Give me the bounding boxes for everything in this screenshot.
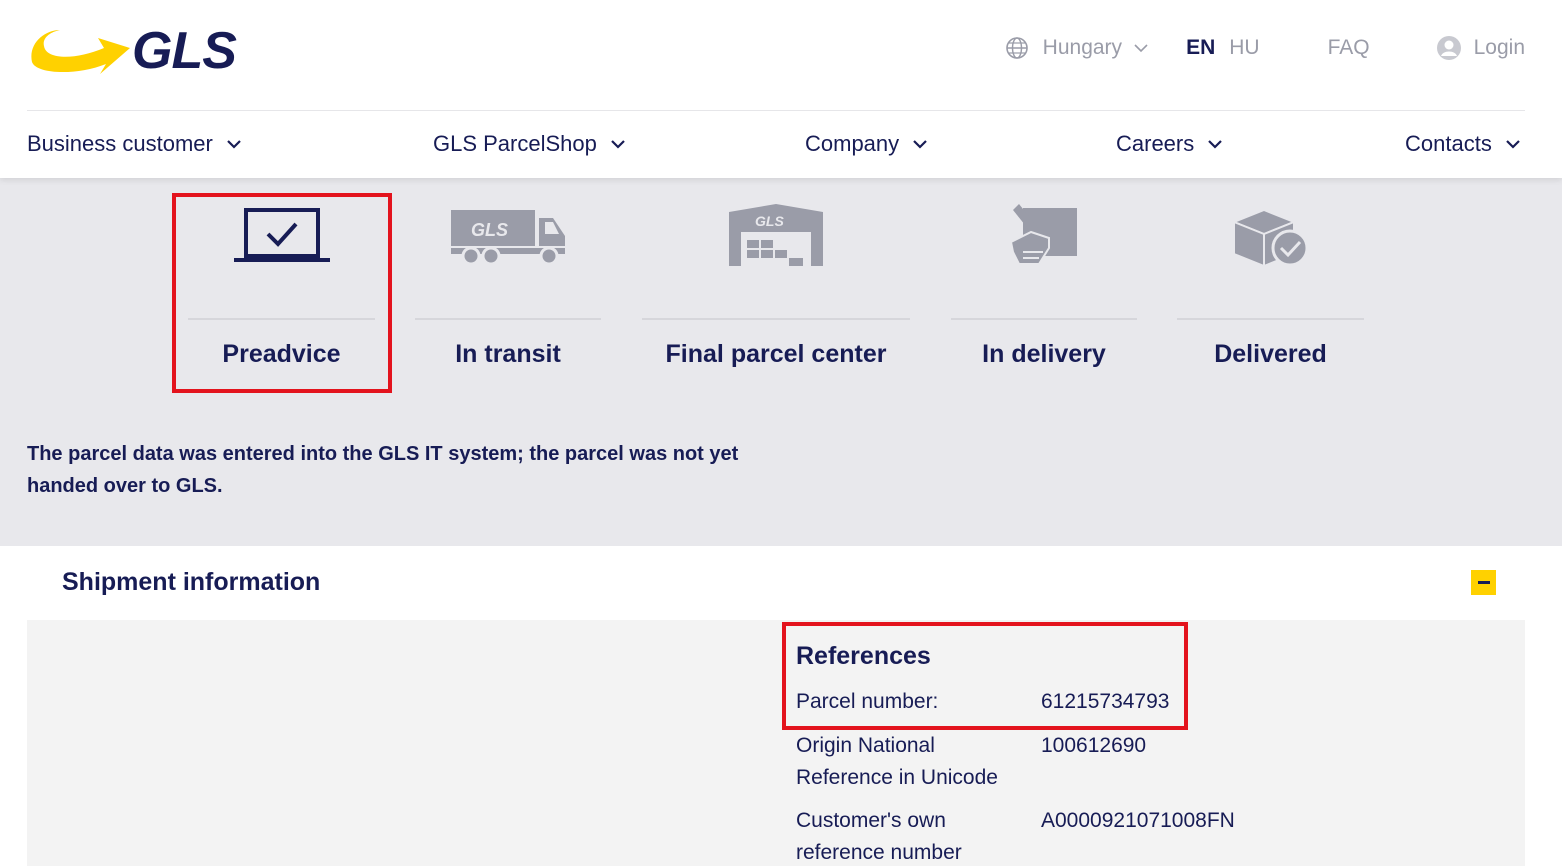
chevron-down-icon <box>1506 140 1520 149</box>
preadvice-highlight-box <box>172 193 392 393</box>
lang-hu-link[interactable]: HU <box>1229 36 1259 60</box>
step-divider <box>415 318 601 320</box>
nav-gls-parcelshop[interactable]: GLS ParcelShop <box>433 126 625 162</box>
svg-text:GLS: GLS <box>471 220 508 240</box>
nav-label: Contacts <box>1405 131 1492 156</box>
gls-swoosh-icon <box>31 30 131 74</box>
parcel-check-icon <box>1230 208 1308 268</box>
chevron-down-icon <box>611 140 625 149</box>
main-navigation: Business customer GLS ParcelShop Company… <box>27 126 1525 162</box>
nav-label: GLS ParcelShop <box>433 131 597 156</box>
ref-value: 100612690 <box>1041 734 1147 757</box>
nav-label: Company <box>805 131 900 156</box>
site-header: GLS Hungary EN HU FAQ Login Business cus… <box>0 0 1562 178</box>
ref-key: Customer's own reference number <box>796 809 962 864</box>
chevron-down-icon <box>1208 140 1223 149</box>
step-divider <box>642 318 910 320</box>
lang-en-link[interactable]: EN <box>1186 36 1215 60</box>
faq-link[interactable]: FAQ <box>1328 36 1370 60</box>
shipment-info-title: Shipment information <box>62 568 321 596</box>
nav-careers[interactable]: Careers <box>1116 126 1223 162</box>
hand-parcel-icon <box>1009 204 1077 265</box>
ref-value: A0000921071008FN <box>1041 809 1235 832</box>
user-icon <box>1436 36 1461 60</box>
globe-icon <box>1005 37 1028 59</box>
truck-icon: GLS <box>451 210 565 266</box>
nav-company[interactable]: Company <box>805 126 927 162</box>
tracking-status-panel: Preadvice GLS In transit GLS Final parce… <box>0 178 1562 546</box>
step-divider <box>951 318 1137 320</box>
header-divider <box>27 110 1525 111</box>
step-label: In delivery <box>982 340 1106 368</box>
step-divider <box>1177 318 1364 320</box>
shipment-info-body: References Parcel number: 61215734793 Or… <box>27 620 1525 866</box>
shipment-info-header[interactable]: Shipment information <box>0 546 1562 620</box>
references-highlight-box <box>782 622 1188 730</box>
warehouse-icon: GLS <box>729 204 823 266</box>
step-label: Final parcel center <box>665 340 887 368</box>
step-in-delivery: In delivery <box>951 178 1137 388</box>
status-description: The parcel data was entered into the GLS… <box>27 443 739 497</box>
step-delivered: Delivered <box>1177 178 1364 388</box>
step-final-parcel-center: GLS Final parcel center <box>642 178 910 388</box>
nav-label: Business customer <box>27 131 213 156</box>
login-link[interactable]: Login <box>1436 35 1525 61</box>
svg-text:GLS: GLS <box>755 213 784 229</box>
chevron-down-icon <box>1134 44 1148 53</box>
country-selector[interactable]: Hungary <box>1005 36 1148 60</box>
step-label: Delivered <box>1214 340 1327 368</box>
nav-contacts[interactable]: Contacts <box>1405 126 1520 162</box>
ref-key: Origin National Reference in Unicode <box>796 734 998 789</box>
minus-icon <box>1477 581 1490 584</box>
collapse-button[interactable] <box>1471 570 1496 595</box>
login-label: Login <box>1473 36 1525 59</box>
chevron-down-icon <box>227 140 241 149</box>
nav-label: Careers <box>1116 131 1195 156</box>
gls-logo-text: GLS <box>132 22 237 80</box>
gls-logo[interactable]: GLS <box>26 24 237 78</box>
top-utility-bar: Hungary EN HU FAQ Login <box>1005 30 1525 66</box>
chevron-down-icon <box>913 140 927 149</box>
country-label: Hungary <box>1042 36 1123 59</box>
nav-business-customer[interactable]: Business customer <box>27 126 241 162</box>
step-in-transit: GLS In transit <box>415 178 601 388</box>
step-label: In transit <box>455 340 561 368</box>
